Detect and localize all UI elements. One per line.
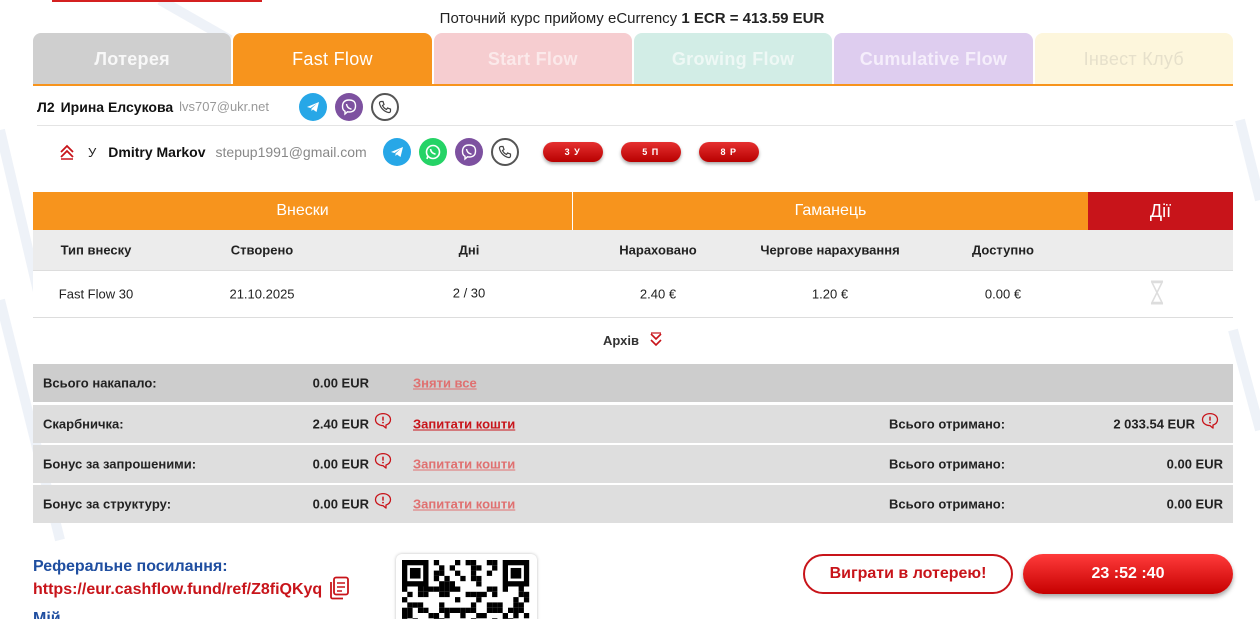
summary-label: Бонус за структуру: [43, 496, 172, 512]
summary-label: Всього накапало: [43, 375, 157, 391]
received-label: Всього отримано: [889, 456, 1006, 472]
upline-name: Ирина Елсукова [60, 98, 174, 115]
telegram-icon[interactable] [298, 92, 327, 121]
user-name: Dmitry Markov [108, 144, 206, 160]
received-label: Всього отримано: [889, 496, 1006, 512]
user-email: stepup1991@gmail.com [215, 144, 367, 160]
summary-row-invite-bonus: Бонус за запрошеними: 0.00 EUR Запитати … [33, 445, 1233, 483]
archive-label: Архів [603, 332, 639, 348]
received-amount: 0.00 EUR [1166, 456, 1223, 472]
summary-row-total-accrued: Всього накапало: 0.00 EUR Зняти все [33, 364, 1233, 402]
table-group-header: Внески Гаманець Дії [33, 192, 1233, 230]
user-row: У Dmitry Markov stepup1991@gmail.com 3 У… [58, 134, 759, 170]
info-icon[interactable] [374, 412, 392, 432]
col-type: Тип внеску [60, 242, 132, 258]
summary-amount: 0.00 EUR [312, 456, 369, 472]
hourglass-icon[interactable] [1148, 280, 1166, 309]
tab-cumulative-flow[interactable]: Cumulative Flow [834, 33, 1033, 85]
request-funds-link[interactable]: Запитати кошти [413, 497, 515, 512]
col-created: Створено [230, 242, 294, 258]
summary-amount: 2.40 EUR [312, 416, 369, 432]
top-link-cutoff [52, 0, 262, 2]
qr-code [396, 554, 537, 619]
user-flag: У [88, 144, 97, 160]
received-amount: 0.00 EUR [1166, 496, 1223, 512]
info-icon[interactable] [1201, 412, 1219, 432]
cell-accrued: 2.40 € [639, 286, 677, 302]
phone-icon[interactable] [370, 92, 399, 121]
archive-toggle[interactable]: Архів [603, 332, 663, 348]
pill-3u[interactable]: 3 У [542, 142, 603, 162]
cell-available: 0.00 € [984, 286, 1022, 302]
cell-next: 1.20 € [811, 286, 849, 302]
summary-row-piggybank: Скарбничка: 2.40 EUR Запитати кошти Всьо… [33, 405, 1233, 443]
header-deposits: Внески [33, 192, 572, 230]
rate-prefix: Поточний курс прийому eCurrency [439, 10, 678, 27]
telegram-icon[interactable] [382, 138, 411, 166]
col-days: Дні [458, 242, 480, 258]
table-columns: Тип внеску Створено Дні Нараховано Черго… [33, 230, 1233, 270]
chevron-down-icon [649, 332, 663, 348]
tab-growing-flow[interactable]: Growing Flow [633, 33, 833, 85]
my-section-label-cutoff: Мій [33, 610, 61, 619]
copy-icon[interactable] [328, 576, 350, 603]
collapse-chevron-icon[interactable] [58, 143, 76, 161]
tab-underline [33, 84, 1233, 86]
cell-days: 2 / 30 [452, 285, 486, 301]
request-funds-link[interactable]: Запитати кошти [413, 457, 515, 472]
referral-title: Реферальне посилання: [33, 558, 228, 575]
table-row: Fast Flow 30 21.10.2025 2 / 30 2.40 € 1.… [33, 270, 1233, 318]
upline-email: lvs707@ukr.net [179, 99, 269, 114]
viber-icon[interactable] [334, 92, 363, 121]
header-wallet: Гаманець [572, 192, 1088, 230]
referral-link[interactable]: https://eur.cashflow.fund/ref/Z8fiQKyq [33, 581, 322, 599]
withdraw-all-link[interactable]: Зняти все [413, 376, 477, 391]
summary-amount: 0.00 EUR [312, 375, 369, 391]
summary-row-structure-bonus: Бонус за структуру: 0.00 EUR Запитати ко… [33, 485, 1233, 523]
summary-amount: 0.00 EUR [312, 496, 369, 512]
exchange-rate: Поточний курс прийому eCurrency 1 ECR = … [0, 10, 1260, 27]
tab-invest-club[interactable]: Інвест Клуб [1034, 33, 1233, 85]
win-lottery-button[interactable]: Виграти в лотерею! [803, 554, 1013, 594]
tab-start-flow[interactable]: Start Flow [433, 33, 632, 85]
phone-icon[interactable] [490, 138, 519, 166]
request-funds-link[interactable]: Запитати кошти [413, 417, 515, 432]
header-actions: Дії [1088, 192, 1233, 230]
summary-label: Скарбничка: [43, 416, 124, 432]
product-tabs: Лотерея Fast Flow Start Flow Growing Flo… [33, 33, 1233, 85]
rate-value: 1 ECR = 413.59 EUR [681, 10, 825, 27]
col-next: Чергове нарахування [760, 242, 900, 258]
col-available: Доступно [972, 242, 1034, 258]
summary-label: Бонус за запрошеними: [43, 456, 197, 472]
tab-fast-flow[interactable]: Fast Flow [233, 33, 432, 85]
upline-level: Л2 [37, 98, 55, 115]
pill-5p[interactable]: 5 П [620, 142, 681, 162]
upline-row: Л2 Ирина Елсукова lvs707@ukr.net [37, 88, 1233, 126]
viber-icon[interactable] [454, 138, 483, 166]
whatsapp-icon[interactable] [418, 138, 447, 166]
received-amount: 2 033.54 EUR [1113, 416, 1195, 432]
countdown-timer-button[interactable]: 23 :52 :40 [1023, 554, 1233, 594]
tab-lottery[interactable]: Лотерея [33, 33, 232, 85]
received-label: Всього отримано: [889, 416, 1006, 432]
cell-created: 21.10.2025 [229, 286, 295, 302]
pill-8r[interactable]: 8 Р [698, 142, 759, 162]
info-icon[interactable] [374, 452, 392, 472]
col-accrued: Нараховано [619, 242, 697, 258]
info-icon[interactable] [374, 492, 392, 512]
cell-type: Fast Flow 30 [58, 286, 134, 302]
